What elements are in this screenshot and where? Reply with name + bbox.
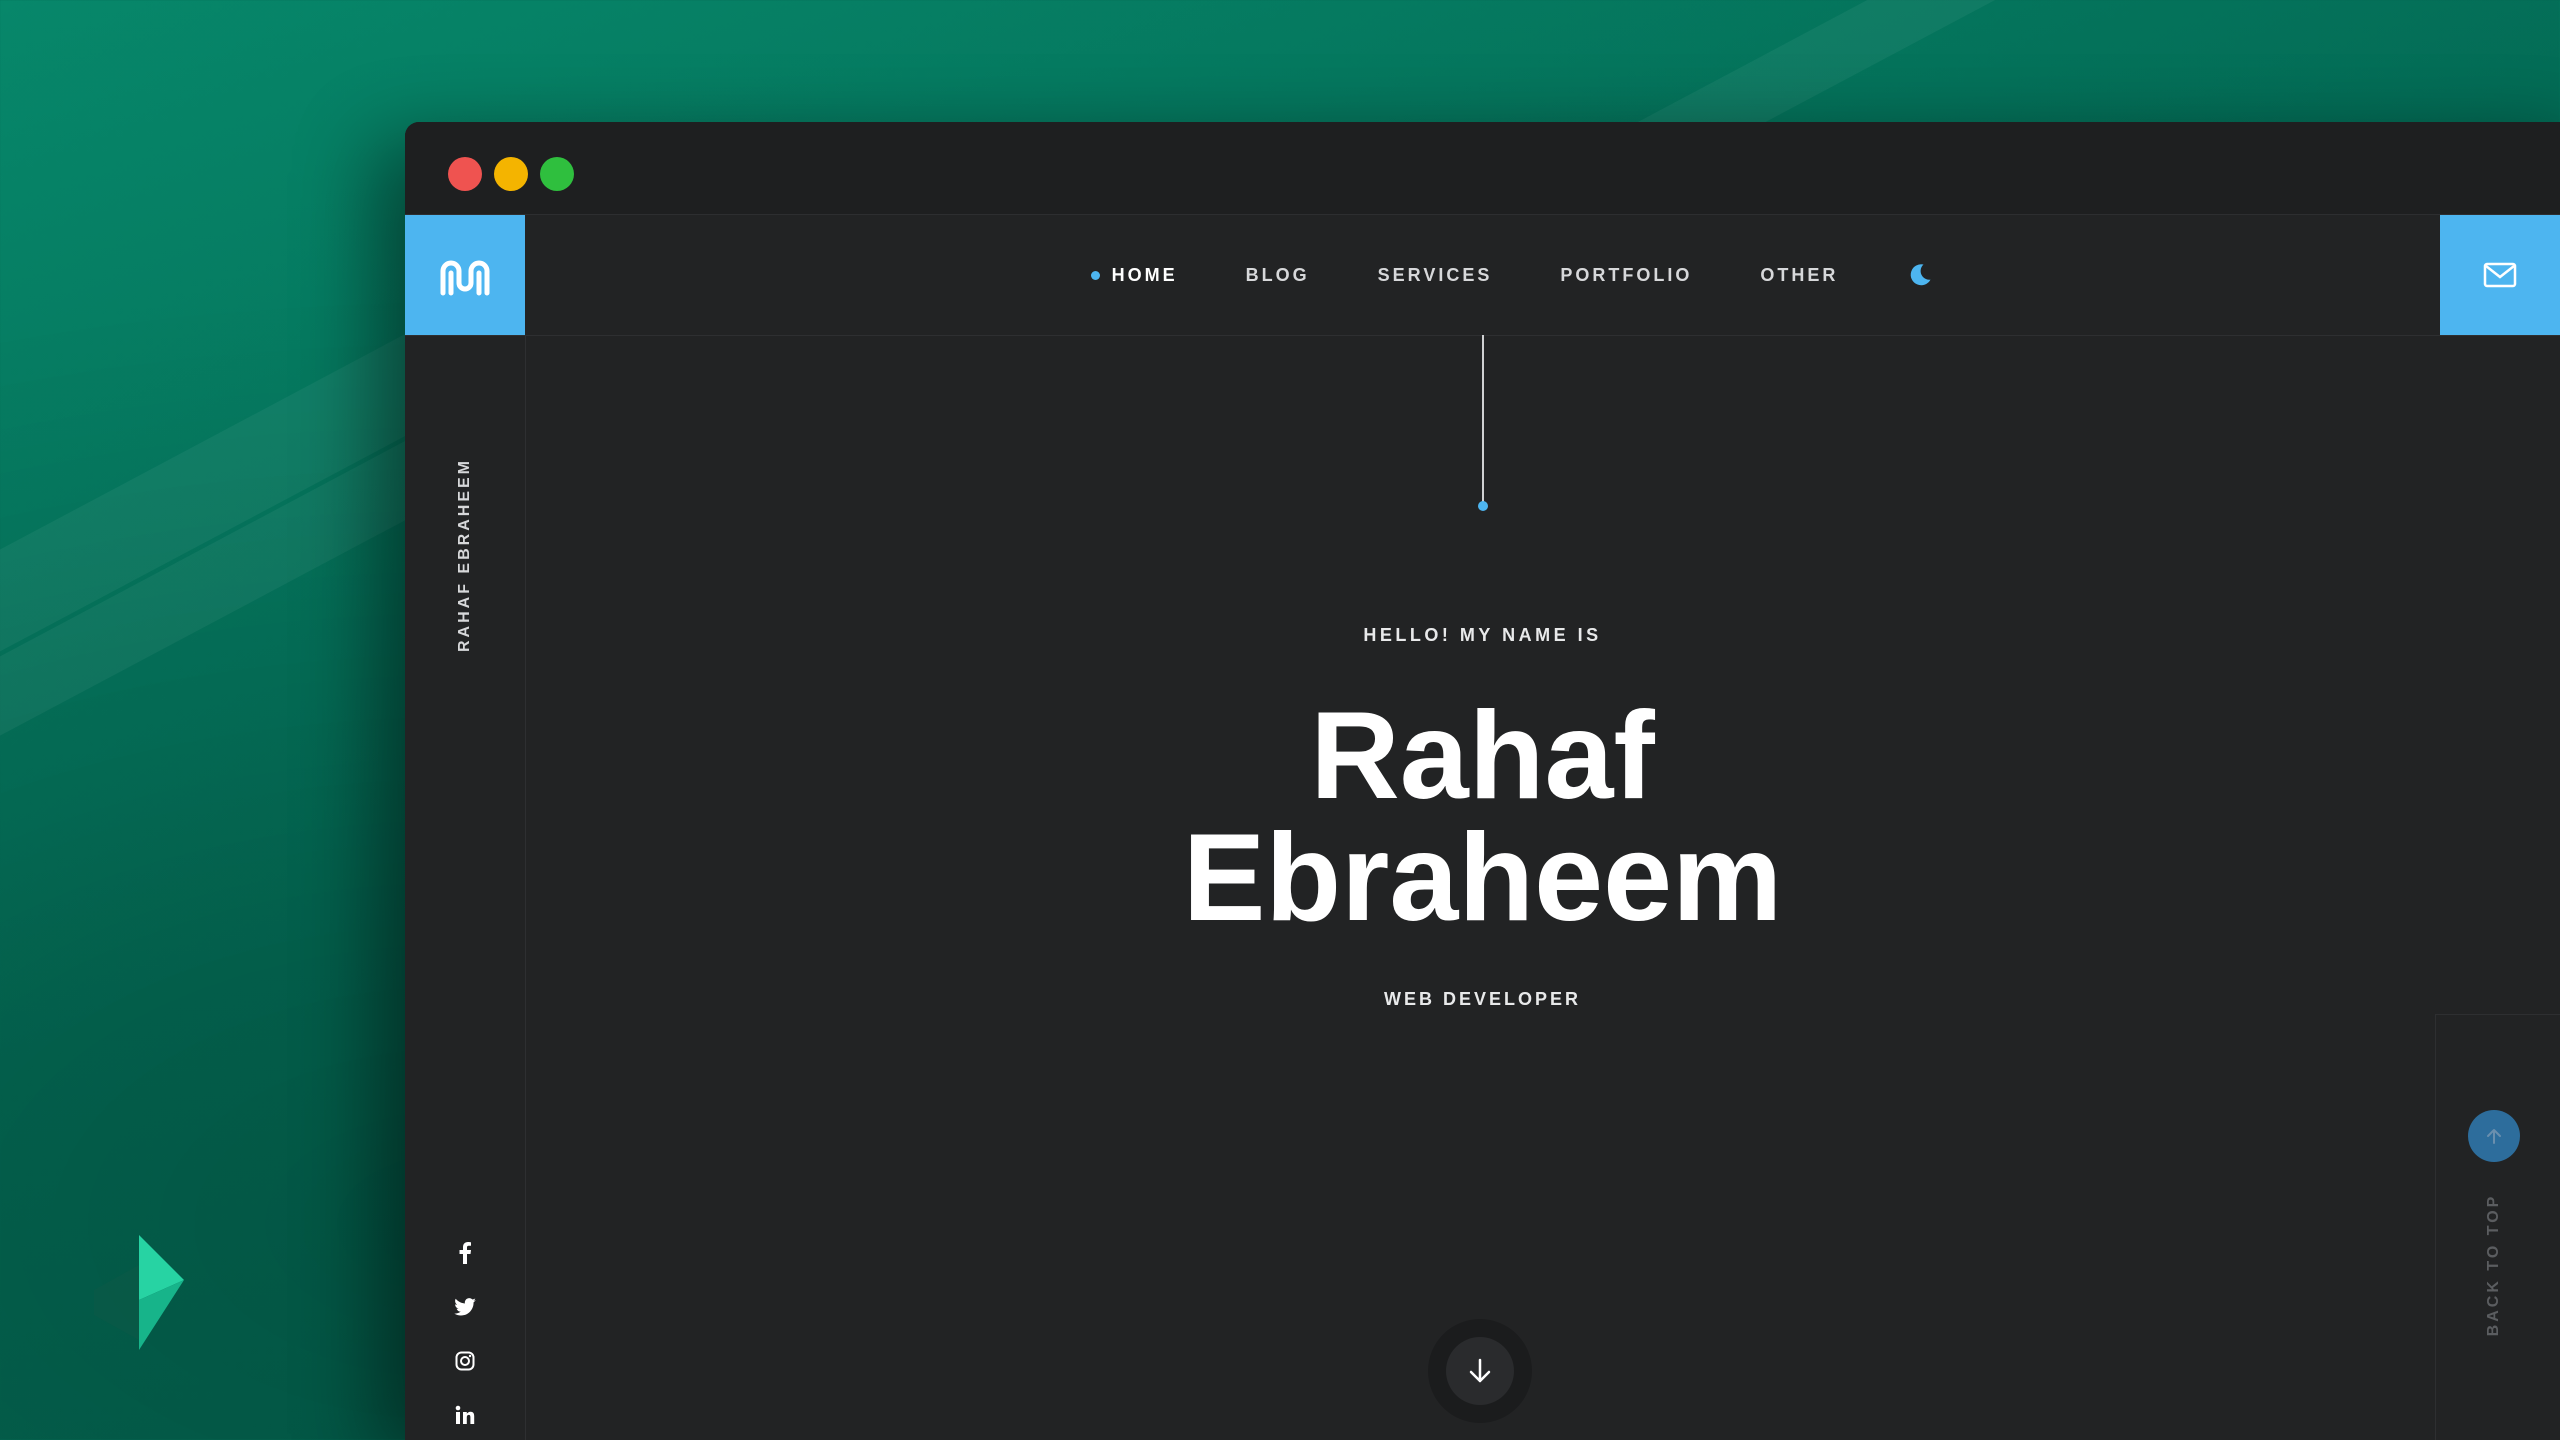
hero-section: HELLO! MY NAME IS Rahaf Ebraheem WEB DEV… xyxy=(525,335,2440,1440)
browser-window: HOME BLOG SERVICES PORTFOLIO OTHER RAHAF… xyxy=(405,122,2560,1440)
nav-item-home[interactable]: HOME xyxy=(1090,264,1178,286)
brand-logo-icon xyxy=(440,260,490,296)
nav-item-blog[interactable]: BLOG xyxy=(1246,265,1310,286)
linkedin-link[interactable] xyxy=(405,1400,525,1430)
nav-item-portfolio[interactable]: PORTFOLIO xyxy=(1560,265,1692,286)
decorative-line xyxy=(1482,335,1484,505)
nav-label: PORTFOLIO xyxy=(1560,264,1693,285)
vertical-name-text: RAHAF EBRAHEEM xyxy=(456,458,473,652)
arrow-down-icon xyxy=(1469,1358,1491,1383)
hero-role: WEB DEVELOPER xyxy=(1383,989,1582,1009)
nav-label: OTHER xyxy=(1760,264,1839,285)
linkedin-icon xyxy=(455,1405,475,1424)
home-logo-button[interactable] xyxy=(405,215,525,335)
twitter-icon xyxy=(454,1298,476,1316)
back-to-top-text: BACK TO TOP xyxy=(2485,1193,2502,1337)
scroll-down-button[interactable] xyxy=(1428,1319,1532,1423)
nav-label: HOME xyxy=(1111,264,1178,285)
hero-name-last: Ebraheem xyxy=(1182,809,1783,947)
twitter-link[interactable] xyxy=(405,1292,525,1322)
facebook-icon xyxy=(459,1242,471,1264)
instagram-icon xyxy=(455,1351,475,1371)
back-to-top-rail: BACK TO TOP xyxy=(2435,1014,2560,1440)
close-button[interactable] xyxy=(448,157,482,191)
arrow-up-icon xyxy=(2487,1129,2501,1144)
decorative-line-dot xyxy=(1478,501,1488,511)
nav-label: SERVICES xyxy=(1377,264,1493,285)
site-header: HOME BLOG SERVICES PORTFOLIO OTHER xyxy=(405,215,2560,336)
hero-name: Rahaf Ebraheem xyxy=(525,687,2440,947)
hero-greeting: HELLO! MY NAME IS xyxy=(1363,625,1602,645)
theme-toggle-button[interactable] xyxy=(1906,261,1934,289)
back-to-top-button[interactable] xyxy=(2468,1110,2520,1162)
nav-label: BLOG xyxy=(1245,264,1310,285)
moon-icon xyxy=(1911,264,1931,286)
vertical-name: RAHAF EBRAHEEM xyxy=(447,455,483,655)
instagram-link[interactable] xyxy=(405,1346,525,1376)
main-nav: HOME BLOG SERVICES PORTFOLIO OTHER xyxy=(405,215,2560,335)
window-titlebar xyxy=(405,122,2560,215)
desktop-brand-logo xyxy=(94,1235,184,1350)
facebook-link[interactable] xyxy=(405,1238,525,1268)
minimize-button[interactable] xyxy=(494,157,528,191)
contact-button[interactable] xyxy=(2440,215,2560,335)
nav-item-services[interactable]: SERVICES xyxy=(1378,265,1493,286)
mail-icon xyxy=(2483,262,2517,288)
maximize-button[interactable] xyxy=(540,157,574,191)
active-indicator xyxy=(1090,270,1100,280)
left-sidebar: RAHAF EBRAHEEM xyxy=(405,335,526,1440)
back-to-top-label[interactable]: BACK TO TOP xyxy=(2476,1190,2512,1340)
hero-name-first: Rahaf xyxy=(1310,687,1655,825)
nav-item-other[interactable]: OTHER xyxy=(1760,265,1838,286)
